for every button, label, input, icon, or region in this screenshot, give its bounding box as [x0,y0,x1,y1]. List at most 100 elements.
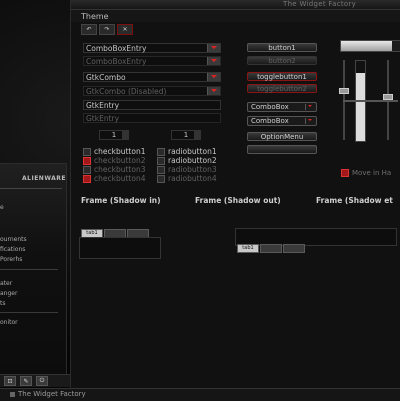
combobox-entry-value: ComboBoxEntry [86,44,147,53]
notebook-pane [79,237,161,259]
toolbar: ↶ ↷ ✕ [81,24,141,35]
checkbutton-2: checkbutton2 [83,156,145,165]
checkbox[interactable] [83,147,91,156]
radiobutton-label: radiobutton3 [168,165,217,174]
gtk-combo[interactable]: GtkCombo [83,72,221,82]
start-menu-item[interactable]: fications [0,246,25,253]
redo-icon[interactable]: ↷ [99,24,115,35]
undo-icon[interactable]: ↶ [81,24,97,35]
button1[interactable]: button1 [247,43,317,52]
spin-button[interactable]: 1 [99,130,129,140]
tab-2[interactable] [260,244,282,253]
chevron-down-icon[interactable] [207,73,220,81]
menu-theme[interactable]: Theme [81,12,109,21]
combobox-entry[interactable]: ComboBoxEntry [83,43,221,53]
progress-fill [356,73,365,141]
status-bar: The Widget Factory [0,388,400,401]
chevron-down-icon [207,87,220,95]
spin-arrows-icon[interactable] [122,131,128,139]
radiobutton-label: radiobutton2 [168,156,217,165]
scale-thumb[interactable] [339,88,349,94]
checkbox [83,174,91,183]
checkbutton-1[interactable]: checkbutton1 [83,147,145,156]
spin-value: 1 [183,131,189,139]
radio[interactable] [157,156,165,165]
tools-icon[interactable]: ✎ [20,376,32,386]
frame-shadow-in-label: Frame (Shadow in) [81,196,161,205]
checkbutton-label: checkbutton2 [94,156,146,165]
start-menu-item[interactable]: onitor [0,319,18,326]
combobox-label: ComboBox [251,103,289,111]
gtk-combo-value: GtkCombo [86,73,126,82]
lock-icon[interactable]: ⊡ [4,376,16,386]
frame-shadow-etched-label: Frame (Shadow et [316,196,393,205]
combobox-entry-disabled-value: ComboBoxEntry [86,57,147,66]
combobox-1[interactable]: ComboBox [247,102,317,112]
combobox-entry-disabled: ComboBoxEntry [83,56,221,66]
start-menu-item[interactable]: ts [0,300,5,307]
combobox-label: ComboBox [251,117,289,125]
move-in-handle-label: Move in Ha [352,169,392,177]
checkbox[interactable] [341,169,349,177]
option-menu-disabled [247,145,317,154]
start-menu-item[interactable]: ater [0,280,12,287]
brand-logo: ALIENWARE [22,175,67,182]
start-menu-footer: ⊡ ✎ ⏻ [0,374,70,387]
checkbutton-3: checkbutton3 [83,165,145,174]
start-menu: ALIENWARE e ournents fications Porerhs a… [0,163,70,387]
gtk-entry-disabled: GtkEntry [83,113,221,123]
togglebutton1[interactable]: togglebutton1 [247,72,317,81]
divider [0,269,58,270]
close-icon[interactable]: ✕ [117,24,133,35]
spin-arrows-icon [194,131,200,139]
frame-shadow-out-label: Frame (Shadow out) [195,196,281,205]
gtk-combo-disabled: GtkCombo (Disabled) [83,86,221,96]
checkbox [83,165,91,174]
menu-bar: Theme [71,10,400,22]
button2: button2 [247,56,317,65]
power-icon[interactable]: ⏻ [36,376,48,386]
tab-3[interactable] [283,244,305,253]
checkbutton-label: checkbutton1 [94,147,146,156]
horizontal-scale[interactable] [343,100,398,102]
chevron-down-icon [207,57,220,65]
radiobutton-1[interactable]: radiobutton1 [157,147,217,156]
chevron-down-icon[interactable] [207,44,220,52]
start-menu-item[interactable]: e [0,204,4,211]
radiobutton-label: radiobutton1 [168,147,217,156]
horizontal-progress-bar [340,40,400,52]
tab-1[interactable]: tab1 [237,244,259,253]
start-menu-item[interactable]: anger [0,290,17,297]
checkbutton-4: checkbutton4 [83,174,145,183]
divider [0,312,58,313]
checkbox [83,156,91,165]
divider [0,188,62,189]
radio[interactable] [157,147,165,156]
chevron-down-icon [305,104,314,110]
radiobutton-2[interactable]: radiobutton2 [157,156,217,165]
move-in-handle-check[interactable]: Move in Ha [341,169,391,177]
gtk-entry-disabled-value: GtkEntry [86,114,120,123]
progress-fill [341,41,392,51]
chevron-down-icon [305,118,314,124]
radiobutton-3: radiobutton3 [157,165,217,174]
start-menu-item[interactable]: Porerhs [0,256,22,263]
option-menu[interactable]: OptionMenu [247,132,317,141]
title-bar[interactable]: The Widget Factory [71,0,400,10]
radio [157,174,165,183]
window-title: The Widget Factory [283,0,357,8]
gtk-entry-value: GtkEntry [86,101,120,110]
togglebutton2: togglebutton2 [247,84,317,93]
radio [157,165,165,174]
radiobutton-4: radiobutton4 [157,174,217,183]
spin-button-disabled: 1 [171,130,201,140]
combobox-2[interactable]: ComboBox [247,116,317,126]
notebook-tabs-bottom: tab1 [237,244,305,253]
radiobutton-label: radiobutton4 [168,174,217,183]
status-text: The Widget Factory [18,390,86,398]
checkbutton-label: checkbutton3 [94,165,146,174]
start-menu-item[interactable]: ournents [0,236,27,243]
spin-value: 1 [111,131,117,139]
gtk-entry[interactable]: GtkEntry [83,100,221,110]
window-icon [10,392,15,397]
